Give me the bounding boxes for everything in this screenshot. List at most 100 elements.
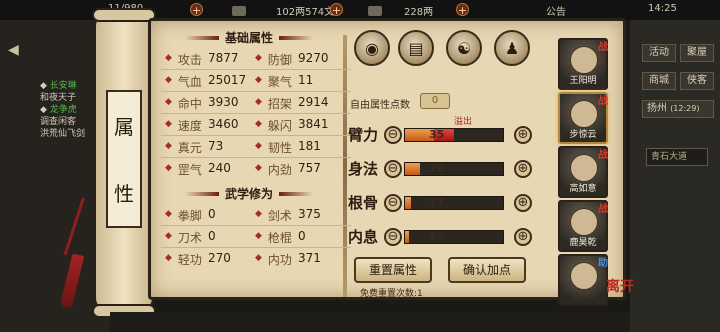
hat-icon[interactable]: ◉ bbox=[354, 30, 390, 66]
character-card-selected[interactable]: 战 步惊云 bbox=[558, 92, 608, 144]
announcement-button[interactable]: 公告 bbox=[546, 3, 566, 18]
stat-fist: ◆ 拳脚 0 bbox=[165, 207, 216, 223]
scroll-cap bbox=[92, 8, 156, 22]
plus-icon: + bbox=[456, 3, 469, 17]
add-silver-button[interactable]: + bbox=[330, 3, 343, 17]
stat-hit: ◆ 命中 3930 bbox=[165, 95, 239, 111]
minus-button[interactable]: ⊖ bbox=[384, 228, 402, 246]
attr-name: 内息 bbox=[348, 228, 379, 246]
tab-label-char: 属 bbox=[114, 115, 134, 139]
attr-value: 27 bbox=[429, 196, 445, 209]
add-energy-button[interactable]: + bbox=[190, 3, 203, 17]
minus-button[interactable]: ⊖ bbox=[384, 194, 402, 212]
attr-bar: 27 bbox=[404, 196, 504, 210]
battle-tag: 战 bbox=[598, 204, 608, 215]
attr-row-breath: 内息 ⊖ 53 ⊕ bbox=[346, 226, 536, 252]
minus-button[interactable]: ⊖ bbox=[384, 126, 402, 144]
reset-attributes-button[interactable]: 重置属性 bbox=[354, 257, 432, 283]
chat-tag: 龙争虎 bbox=[49, 105, 77, 115]
gather-button[interactable]: 聚屋 bbox=[680, 44, 714, 62]
stat-speed: ◆ 速度 3460 bbox=[165, 117, 239, 133]
silver-counter: 102两574文 bbox=[232, 3, 334, 18]
stat-parry: ◆ 招架 2914 bbox=[255, 95, 329, 111]
chat-text: 和夜天子 bbox=[40, 93, 77, 103]
attr-value: 35 bbox=[429, 128, 445, 141]
attribute-tab-label: 属 性 bbox=[106, 90, 142, 228]
leave-label[interactable]: 离开 bbox=[606, 276, 634, 296]
silver-value: 102两574文 bbox=[276, 7, 335, 18]
chat-text: 洪荒仙飞剑 bbox=[40, 129, 86, 139]
free-points-value: 0 bbox=[420, 93, 450, 109]
plus-button[interactable]: ⊕ bbox=[514, 160, 532, 178]
assist-tag: 助 bbox=[598, 258, 608, 269]
activity-button[interactable]: 活动 bbox=[642, 44, 676, 62]
stat-toughness: ◆ 韧性 181 bbox=[255, 139, 321, 155]
character-card[interactable]: 战 高如意 bbox=[558, 146, 608, 198]
bottom-bar bbox=[110, 312, 630, 332]
figure-icon[interactable]: ♟ bbox=[494, 30, 530, 66]
attr-bar: 53 bbox=[404, 230, 504, 244]
stat-dodge: ◆ 躲闪 3841 bbox=[255, 117, 329, 133]
attr-name: 臂力 bbox=[348, 126, 379, 144]
right-background bbox=[630, 20, 720, 332]
yin-yang-icon[interactable]: ☯ bbox=[446, 30, 482, 66]
stat-attack: ◆ 攻击 7877 bbox=[165, 51, 239, 67]
battle-tag: 战 bbox=[598, 42, 608, 53]
attr-name: 根骨 bbox=[348, 194, 379, 212]
location-time: (12:29) bbox=[670, 104, 700, 113]
stat-gather-qi: ◆ 聚气 11 bbox=[255, 73, 314, 89]
attr-bar: 76 bbox=[404, 162, 504, 176]
chevron-left-icon[interactable]: ◀ bbox=[8, 42, 19, 58]
attr-value: 53 bbox=[429, 230, 445, 243]
hero-button[interactable]: 侠客 bbox=[680, 72, 714, 90]
character-card[interactable]: 战 鹿昊乾 bbox=[558, 200, 608, 252]
clock: 14:25 bbox=[648, 3, 677, 14]
stat-sword: ◆ 剑术 375 bbox=[255, 207, 321, 223]
stat-inner-force: ◆ 内劲 757 bbox=[255, 161, 321, 177]
plus-button[interactable]: ⊕ bbox=[514, 194, 532, 212]
minus-button[interactable]: ⊖ bbox=[384, 160, 402, 178]
stat-hp: ◆ 气血 25017 bbox=[165, 73, 247, 89]
avatar bbox=[570, 208, 598, 236]
plus-button[interactable]: ⊕ bbox=[514, 126, 532, 144]
section-title: 基础属性 bbox=[225, 31, 274, 45]
plus-icon: + bbox=[190, 3, 203, 17]
free-reset-count: 免费重置次数:1 bbox=[360, 289, 423, 299]
stat-gang-qi: ◆ 罡气 240 bbox=[165, 161, 231, 177]
attr-name: 身法 bbox=[348, 160, 379, 178]
stat-blade: ◆ 刀术 0 bbox=[165, 229, 216, 245]
stat-lightness: ◆ 轻功 270 bbox=[165, 251, 231, 267]
confirm-points-button[interactable]: 确认加点 bbox=[448, 257, 526, 283]
chat-text: 调查闲客 bbox=[40, 117, 77, 127]
scroll-icon[interactable]: ▤ bbox=[398, 30, 434, 66]
avatar bbox=[570, 262, 598, 290]
character-card[interactable]: 战 王阳明 bbox=[558, 38, 608, 90]
character-card[interactable]: 助 bbox=[558, 254, 608, 306]
silver-icon bbox=[232, 5, 246, 16]
attr-value: 76 bbox=[429, 162, 445, 175]
shop-button[interactable]: 商城 bbox=[642, 72, 676, 90]
stat-true-yuan: ◆ 真元 73 bbox=[165, 139, 224, 155]
avatar bbox=[570, 46, 598, 74]
attr-row-agility: 身法 ⊖ 76 ⊕ bbox=[346, 158, 536, 184]
character-name: 王阳明 bbox=[569, 76, 597, 86]
attr-row-constitution: 根骨 ⊖ 27 ⊕ bbox=[346, 192, 536, 218]
gold-counter: 228两 bbox=[368, 3, 433, 18]
character-name: 鹿昊乾 bbox=[569, 238, 597, 248]
tab-label-char: 性 bbox=[114, 182, 134, 206]
section-title: 武学修为 bbox=[225, 187, 274, 201]
announcement-label: 公告 bbox=[546, 7, 566, 18]
plus-button[interactable]: ⊕ bbox=[514, 228, 532, 246]
plus-icon: + bbox=[330, 3, 343, 17]
battle-tag: 战 bbox=[598, 150, 608, 161]
avatar bbox=[570, 100, 598, 128]
road-field[interactable]: 青石大道 bbox=[646, 148, 708, 166]
stat-defense: ◆ 防御 9270 bbox=[255, 51, 329, 67]
stat-spear: ◆ 枪棍 0 bbox=[255, 229, 306, 245]
avatar bbox=[570, 154, 598, 182]
stat-inner-skill: ◆ 内功 371 bbox=[255, 251, 321, 267]
add-gold-button[interactable]: + bbox=[456, 3, 469, 17]
attr-bar: 35 bbox=[404, 128, 504, 142]
basic-attributes-title: 基础属性 bbox=[185, 29, 314, 46]
free-points-label: 自由属性点数 bbox=[350, 100, 410, 111]
